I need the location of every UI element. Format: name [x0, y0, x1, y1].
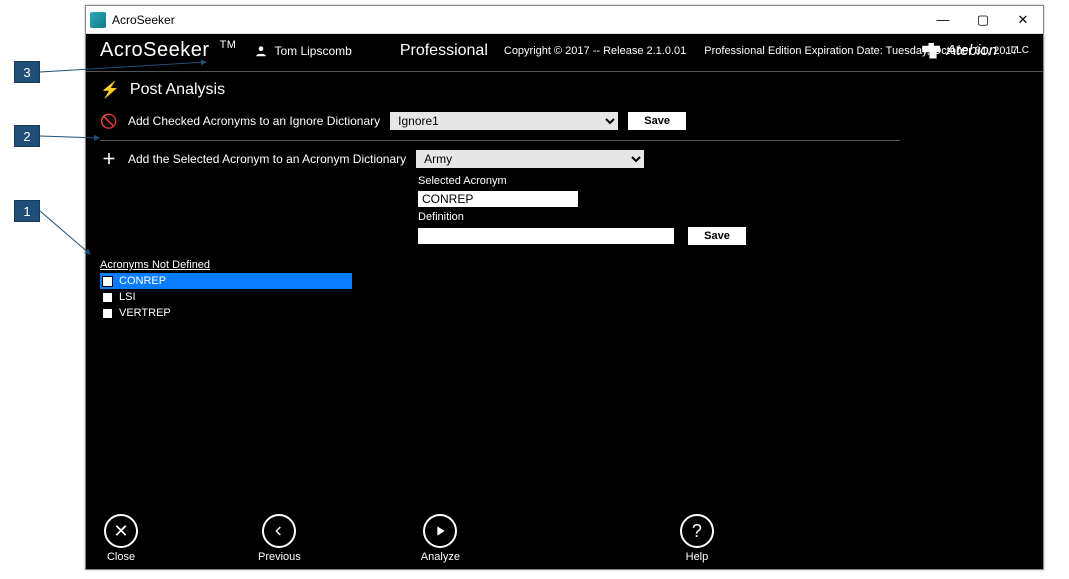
user-chip: Tom Lipscomb	[254, 44, 351, 58]
close-label: Close	[107, 551, 135, 563]
titlebar: AcroSeeker — ▢ ✕	[86, 6, 1043, 34]
app-name: AcroSeeker TM	[100, 39, 236, 62]
plus-icon: ＋	[100, 149, 118, 169]
acronym-dict-label: Add the Selected Acronym to an Acronym D…	[128, 152, 406, 166]
list-item[interactable]: CONREP	[100, 273, 352, 289]
list-item-checkbox[interactable]	[102, 276, 113, 287]
section-title: Post Analysis	[130, 81, 225, 99]
acronym-dictionary-select[interactable]: Army	[416, 150, 644, 168]
callout-2: 2	[14, 125, 40, 147]
puzzle-icon	[922, 43, 940, 59]
list-item-label: LSI	[119, 291, 136, 303]
help-button[interactable]: ? Help	[680, 514, 714, 563]
close-window-button[interactable]: ✕	[1003, 6, 1043, 34]
definition-input[interactable]	[418, 228, 674, 244]
brand-suffix: , LLC	[1005, 45, 1029, 56]
user-name: Tom Lipscomb	[274, 44, 351, 58]
ban-icon: 🚫	[100, 113, 118, 130]
play-icon	[423, 514, 457, 548]
analyze-label: Analyze	[421, 551, 460, 563]
trademark: TM	[220, 39, 237, 51]
app-icon	[90, 12, 106, 28]
help-label: Help	[686, 551, 709, 563]
acronyms-list-header: Acronyms Not Defined	[100, 259, 352, 271]
selected-acronym-input[interactable]	[418, 191, 578, 207]
list-item-label: VERTREP	[119, 307, 171, 319]
list-item[interactable]: LSI	[100, 289, 352, 305]
divider	[100, 140, 900, 141]
question-icon: ?	[680, 514, 714, 548]
previous-label: Previous	[258, 551, 301, 563]
section-header: ⚡ Post Analysis	[100, 80, 1029, 100]
save-ignore-button[interactable]: Save	[628, 112, 686, 130]
acronym-dict-row: ＋ Add the Selected Acronym to an Acronym…	[100, 145, 1029, 173]
list-item-label: CONREP	[119, 275, 166, 287]
window-title: AcroSeeker	[112, 13, 175, 27]
app-name-text: AcroSeeker	[100, 39, 210, 61]
app-window: AcroSeeker — ▢ ✕ AcroSeeker TM Tom Lipsc…	[85, 5, 1044, 570]
acronyms-not-defined-list: Acronyms Not Defined CONREP LSI VERTREP	[100, 259, 352, 321]
list-item-checkbox[interactable]	[102, 292, 113, 303]
selected-acronym-label: Selected Acronym	[418, 175, 678, 187]
edition-label: Professional	[400, 42, 488, 60]
callout-1: 1	[14, 200, 40, 222]
ignore-dictionary-select[interactable]: Ignore1	[390, 112, 618, 130]
previous-button[interactable]: Previous	[258, 514, 301, 563]
save-definition-button[interactable]: Save	[688, 227, 746, 245]
close-icon: ✕	[104, 514, 138, 548]
definition-label: Definition	[418, 211, 678, 223]
analyze-button[interactable]: Analyze	[421, 514, 460, 563]
minimize-button[interactable]: —	[923, 6, 963, 34]
callout-3: 3	[14, 61, 40, 83]
bolt-icon: ⚡	[100, 80, 120, 100]
app-header: AcroSeeker TM Tom Lipscomb Professional …	[86, 34, 1043, 72]
user-icon	[254, 44, 268, 58]
close-button[interactable]: ✕ Close	[104, 514, 138, 563]
arrow-left-icon	[262, 514, 296, 548]
brand-name: Atebion	[946, 42, 997, 59]
list-item[interactable]: VERTREP	[100, 305, 352, 321]
bottom-nav: ✕ Close Previous Analyze ? Help	[86, 514, 1043, 563]
brand: Atebion , LLC	[922, 42, 1029, 59]
ignore-row: 🚫 Add Checked Acronyms to an Ignore Dict…	[100, 108, 1029, 134]
maximize-button[interactable]: ▢	[963, 6, 1003, 34]
copyright-text: Copyright © 2017 -- Release 2.1.0.01	[504, 45, 686, 57]
ignore-label: Add Checked Acronyms to an Ignore Dictio…	[128, 114, 380, 128]
list-item-checkbox[interactable]	[102, 308, 113, 319]
